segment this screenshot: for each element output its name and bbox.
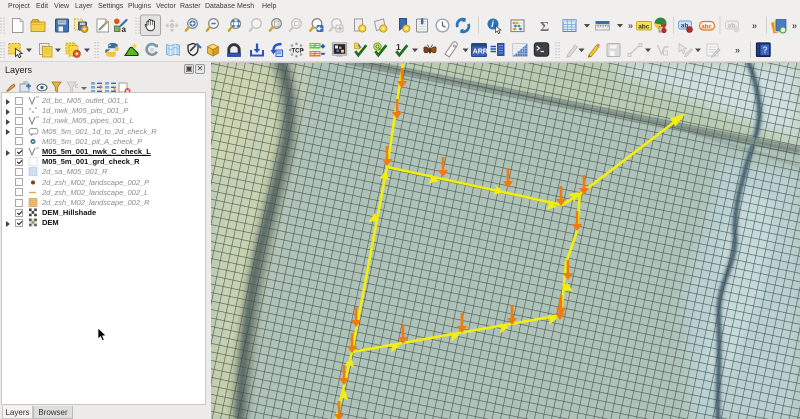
- svg-text:»: »: [792, 21, 797, 31]
- svg-text:TCP: TCP: [292, 48, 304, 54]
- svg-text:1: 1: [396, 42, 401, 52]
- svg-text:?: ?: [762, 45, 768, 55]
- svg-text:»: »: [735, 45, 740, 55]
- svg-text:ARR: ARR: [473, 49, 488, 56]
- svg-text:Σ: Σ: [540, 20, 549, 35]
- svg-text:»: »: [628, 21, 633, 31]
- svg-text:abc: abc: [638, 23, 650, 30]
- svg-text:ε: ε: [75, 83, 78, 90]
- svg-text:abc: abc: [701, 24, 712, 30]
- svg-text:a: a: [122, 25, 127, 34]
- svg-text:»: »: [752, 21, 757, 31]
